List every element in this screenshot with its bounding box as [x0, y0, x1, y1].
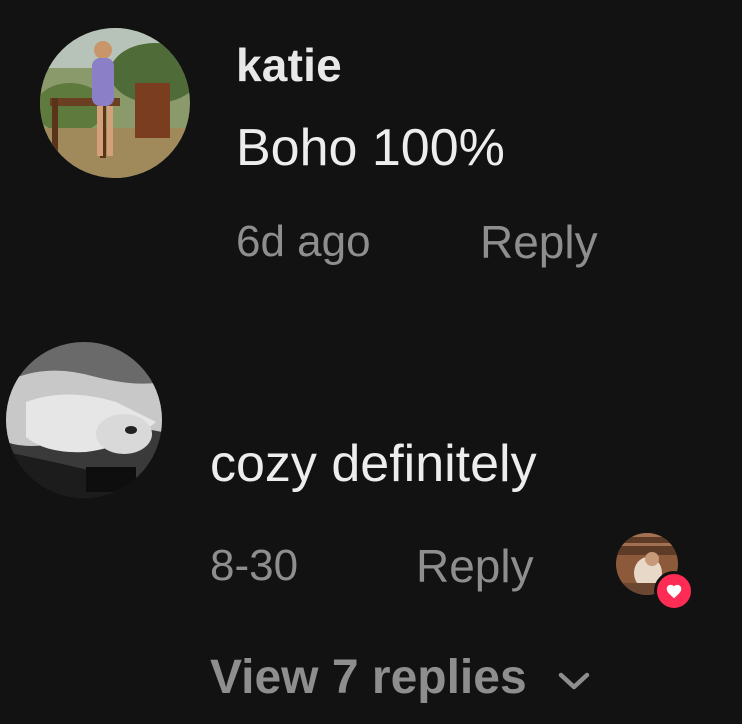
avatar[interactable]	[6, 342, 162, 498]
comment-text: cozy definitely	[210, 435, 537, 493]
comment-text: Boho 100%	[236, 119, 505, 177]
comments-list: katie Boho 100% 6d ago Reply cozy defini…	[0, 0, 742, 724]
comment-username[interactable]: katie	[236, 38, 342, 92]
view-replies-button[interactable]: View 7 replies	[210, 645, 591, 709]
avatar-photo	[6, 342, 162, 498]
reply-button[interactable]: Reply	[480, 215, 598, 269]
comment-timestamp: 6d ago	[236, 217, 371, 266]
chevron-down-icon	[558, 672, 589, 690]
view-replies-label: View 7 replies	[210, 650, 527, 704]
avatar[interactable]	[40, 28, 190, 178]
heart-icon	[654, 571, 694, 611]
avatar-photo	[40, 28, 190, 178]
reply-button[interactable]: Reply	[416, 539, 534, 593]
liked-by-creator-indicator[interactable]	[616, 533, 694, 611]
comment-timestamp: 8-30	[210, 541, 299, 590]
